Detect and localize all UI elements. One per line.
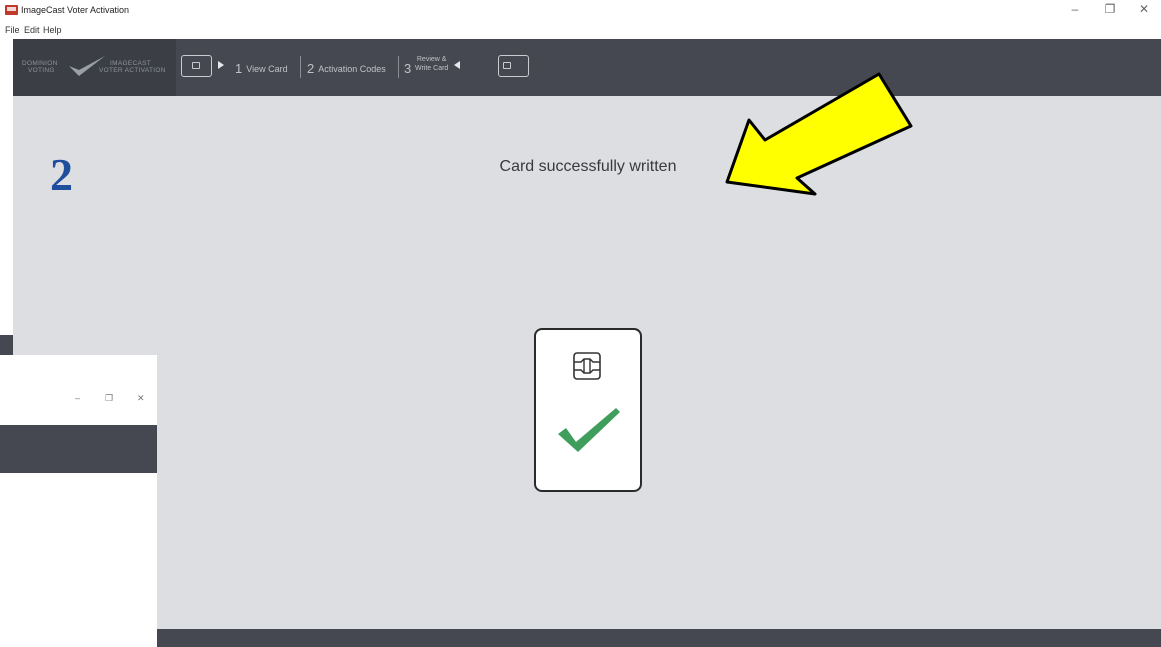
step-activation-codes[interactable]: 2 Activation Codes	[307, 60, 386, 76]
window-titlebar: ImageCast Voter Activation – ❐ ✕	[0, 0, 1161, 22]
menu-bar: File Edit Help	[0, 22, 1161, 39]
logo-text-voting: VOTING	[28, 67, 55, 74]
close-button[interactable]: ✕	[1134, 2, 1154, 16]
background-window-controls: – ❐ ✕	[0, 390, 157, 407]
card-output-icon	[498, 55, 529, 77]
card-inserted-icon	[181, 55, 212, 77]
back-arrow-icon	[454, 61, 460, 69]
logo-text-voter-activation: VOTER ACTIVATION	[99, 67, 166, 74]
logo-text-imagecast: IMAGECAST	[110, 60, 151, 67]
checkmark-icon	[558, 408, 620, 452]
footer-bar	[157, 629, 1161, 647]
window-title: ImageCast Voter Activation	[21, 5, 130, 15]
app-icon	[5, 5, 18, 15]
maximize-button[interactable]: ❐	[1100, 2, 1120, 16]
bg-minimize-button[interactable]: –	[75, 393, 80, 403]
menu-edit[interactable]: Edit	[24, 25, 40, 35]
minimize-button[interactable]: –	[1065, 2, 1085, 16]
step-divider	[398, 56, 399, 78]
menu-file[interactable]: File	[5, 25, 20, 35]
step-review-write-card[interactable]: 3	[404, 60, 415, 76]
menu-help[interactable]: Help	[43, 25, 62, 35]
step-divider	[300, 56, 301, 78]
chip-icon	[573, 352, 601, 380]
bg-maximize-button[interactable]: ❐	[105, 393, 113, 404]
background-window: – ❐ ✕	[0, 335, 157, 647]
play-arrow-icon	[218, 61, 224, 69]
background-window-edge	[0, 335, 13, 355]
step-review-write-card-label: Review & Write Card	[415, 56, 449, 72]
background-window-header	[0, 425, 157, 473]
step-view-card[interactable]: 1 View Card	[235, 60, 288, 76]
background-window-body	[0, 473, 157, 647]
smart-card-illustration	[534, 328, 642, 492]
bg-close-button[interactable]: ✕	[137, 393, 145, 404]
annotation-arrow-icon	[725, 72, 913, 196]
dominion-logo: DOMINION VOTING IMAGECAST VOTER ACTIVATI…	[13, 39, 176, 96]
step-navigation-bar: DOMINION VOTING IMAGECAST VOTER ACTIVATI…	[13, 39, 1161, 96]
logo-text-dominion: DOMINION	[22, 60, 58, 67]
annotation-step-number: 2	[50, 149, 73, 200]
